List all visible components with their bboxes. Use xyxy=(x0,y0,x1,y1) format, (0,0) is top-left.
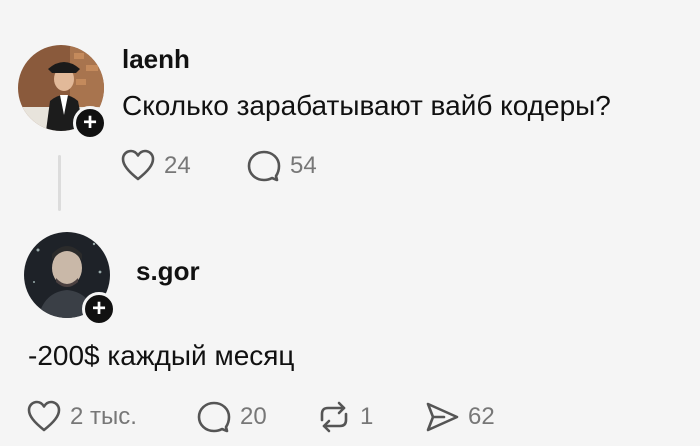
follow-s-gor-button[interactable]: + xyxy=(82,292,116,326)
comment-icon xyxy=(196,400,232,434)
repost-button-post-2[interactable]: 1 xyxy=(316,400,373,434)
heart-icon xyxy=(26,400,62,434)
username-laenh[interactable]: laenh xyxy=(122,44,190,75)
like-count: 2 тыс. xyxy=(70,403,137,430)
reply-count: 54 xyxy=(290,152,317,179)
send-icon xyxy=(424,400,460,434)
repost-icon xyxy=(316,400,352,434)
follow-laenh-button[interactable]: + xyxy=(73,106,107,140)
share-count: 62 xyxy=(468,403,495,430)
comment-icon xyxy=(246,149,282,183)
username-s-gor[interactable]: s.gor xyxy=(136,256,200,287)
like-button-post-1[interactable]: 24 xyxy=(120,149,191,183)
thread-line xyxy=(58,155,61,211)
reply-button-post-2[interactable]: 20 xyxy=(196,400,267,434)
like-button-post-2[interactable]: 2 тыс. xyxy=(26,400,137,434)
reply-count: 20 xyxy=(240,403,267,430)
share-button-post-2[interactable]: 62 xyxy=(424,400,495,434)
repost-count: 1 xyxy=(360,403,374,430)
reply-button-post-1[interactable]: 54 xyxy=(246,149,317,183)
like-count: 24 xyxy=(164,152,191,179)
heart-icon xyxy=(120,149,156,183)
post-text-s-gor: -200$ каждый месяц xyxy=(28,340,295,371)
post-text-laenh: Сколько зарабатывают вайб кодеры? xyxy=(122,90,611,121)
